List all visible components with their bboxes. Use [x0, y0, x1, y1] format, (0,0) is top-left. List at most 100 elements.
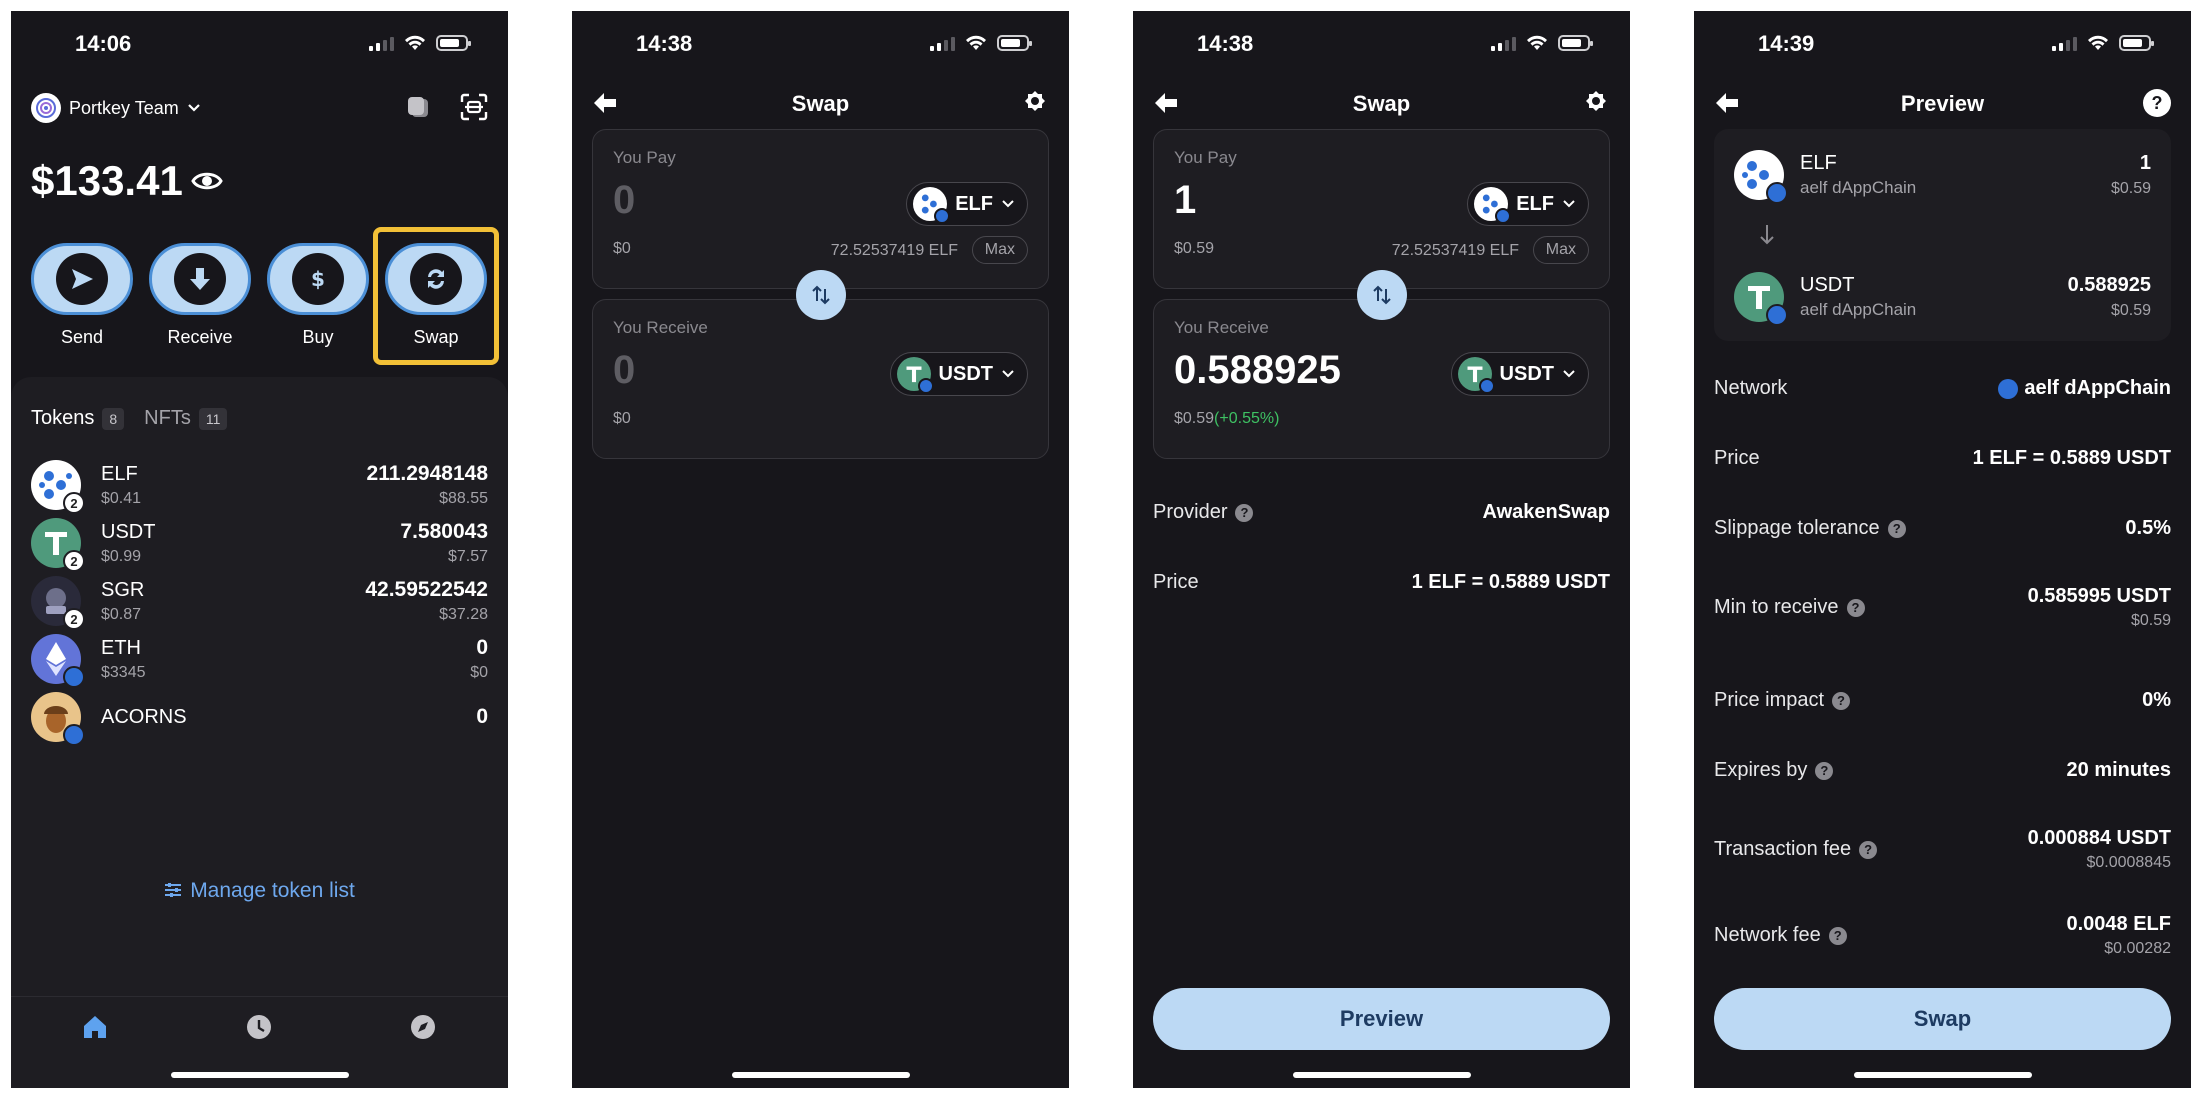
- manage-token-list-link[interactable]: Manage token list: [11, 879, 508, 903]
- receive-token-selector[interactable]: USDT: [889, 352, 1028, 396]
- pay-token-selector[interactable]: ELF: [1467, 182, 1589, 226]
- wallet-home-screen: 14:06 Portkey Team $133.41 Send Receive: [11, 11, 508, 1088]
- from-token-row: ELF aelf dAppChain 1 $0.59: [1734, 147, 2151, 204]
- dollar-icon: $: [311, 267, 325, 291]
- home-icon[interactable]: [81, 1013, 109, 1041]
- max-button[interactable]: Max: [1532, 236, 1589, 264]
- from-usd: $0.59: [2110, 180, 2151, 197]
- portkey-logo-icon: [31, 93, 61, 123]
- preview-button[interactable]: Preview: [1153, 988, 1610, 1050]
- help-icon[interactable]: ?: [1846, 598, 1865, 617]
- token-symbol: ETH: [101, 636, 141, 659]
- network-fee-row: Network fee? 0.0048 ELF $0.00282: [1714, 913, 2171, 958]
- token-row-eth[interactable]: ETH $3345 0 $0: [31, 631, 488, 688]
- receive-usd: $0.59: [1174, 410, 1215, 427]
- token-row-acorns[interactable]: ACORNS 0: [31, 689, 488, 746]
- chevron-down-icon: [1563, 200, 1575, 208]
- token-symbol: ELF: [101, 462, 138, 485]
- swap-vertical-icon: [811, 285, 830, 305]
- token-row-sgr[interactable]: 2 SGR $0.87 42.59522542 $37.28: [31, 573, 488, 630]
- pay-amount-input[interactable]: 0: [613, 178, 635, 223]
- swap-confirm-button[interactable]: Swap: [1714, 988, 2171, 1050]
- token-symbol: ACORNS: [101, 705, 187, 728]
- chain-count-badge: 2: [63, 492, 85, 514]
- pay-token-symbol: ELF: [955, 192, 993, 215]
- price-label: Price: [1153, 571, 1199, 593]
- switch-direction-button[interactable]: [1356, 270, 1407, 320]
- tab-nfts[interactable]: NFTs 11: [144, 407, 228, 430]
- wifi-icon: [2088, 35, 2108, 50]
- help-icon[interactable]: ?: [2143, 89, 2171, 117]
- token-amount: 0: [476, 705, 488, 728]
- to-symbol: USDT: [1800, 274, 1855, 296]
- receive-token-selector[interactable]: USDT: [1450, 352, 1589, 396]
- swap-summary-card: ELF aelf dAppChain 1 $0.59 USDT aelf dAppCh…: [1714, 129, 2171, 341]
- swap-highlight-box: [373, 227, 499, 365]
- gear-icon[interactable]: [1021, 89, 1049, 117]
- help-icon[interactable]: ?: [1235, 503, 1254, 522]
- pay-amount-input[interactable]: 1: [1174, 178, 1196, 223]
- tab-nfts-count: 11: [198, 407, 228, 430]
- receive-amount[interactable]: 0: [613, 348, 635, 393]
- tab-tokens[interactable]: Tokens 8: [31, 407, 125, 430]
- svg-text:$: $: [311, 267, 325, 291]
- home-indicator: [1853, 1072, 2032, 1078]
- help-icon[interactable]: ?: [1828, 926, 1847, 945]
- help-icon[interactable]: ?: [1832, 691, 1851, 710]
- signal-icon: [2052, 35, 2077, 51]
- scan-icon[interactable]: [460, 93, 488, 121]
- receive-button[interactable]: Receive: [149, 243, 251, 348]
- receive-amount[interactable]: 0.588925: [1174, 348, 1341, 393]
- max-button[interactable]: Max: [971, 236, 1028, 264]
- page-title: Swap: [1352, 91, 1411, 116]
- discover-icon[interactable]: [409, 1013, 437, 1041]
- copy-icon[interactable]: [404, 93, 432, 121]
- network-value: aelf dAppChain: [2024, 377, 2171, 399]
- help-icon[interactable]: ?: [1815, 761, 1834, 780]
- token-value: $7.57: [447, 548, 488, 565]
- from-symbol: ELF: [1800, 152, 1837, 174]
- status-time: 14:38: [1197, 31, 1254, 56]
- token-value: $0: [470, 664, 488, 681]
- token-amount: 211.2948148: [366, 462, 488, 485]
- transaction-fee-value: 0.000884 USDT: [2027, 827, 2171, 849]
- eye-icon[interactable]: [191, 170, 223, 192]
- status-bar: 14:38: [572, 29, 1069, 59]
- price-label: Price: [1714, 447, 1760, 469]
- price-row: Price 1 ELF = 0.5889 USDT: [1153, 571, 1610, 594]
- chevron-down-icon: [187, 104, 200, 112]
- pay-usd-value: $0.59: [1174, 240, 1215, 257]
- buy-button[interactable]: $ Buy: [267, 243, 369, 348]
- arrow-down-icon: [1760, 225, 1774, 245]
- help-icon[interactable]: ?: [1887, 519, 1906, 538]
- price-impact-value: 0%: [2142, 689, 2171, 711]
- battery-icon: [997, 35, 1032, 51]
- sgr-token-icon: 2: [31, 576, 85, 630]
- buy-label: Buy: [302, 327, 334, 347]
- pay-usd-value: $0: [613, 240, 631, 257]
- token-row-usdt[interactable]: 2 USDT $0.99 7.580043 $7.57: [31, 515, 488, 572]
- to-usd: $0.59: [2110, 302, 2151, 319]
- min-receive-usd: $0.59: [2130, 612, 2171, 629]
- balance-value: $133.41: [31, 157, 183, 204]
- from-chain: aelf dAppChain: [1800, 178, 1917, 197]
- token-row-elf[interactable]: 2 ELF $0.41 211.2948148 $88.55: [31, 457, 488, 514]
- wifi-icon: [966, 35, 986, 50]
- to-token-row: USDT aelf dAppChain 0.588925 $0.59: [1734, 269, 2151, 326]
- battery-icon: [436, 35, 471, 51]
- pay-token-selector[interactable]: ELF: [906, 182, 1028, 226]
- home-indicator: [731, 1072, 910, 1078]
- send-button[interactable]: Send: [31, 243, 133, 348]
- min-receive-label: Min to receive: [1714, 596, 1839, 618]
- history-icon[interactable]: [245, 1013, 273, 1041]
- page-title: Swap: [791, 91, 850, 116]
- switch-direction-button[interactable]: [795, 270, 846, 320]
- usdt-token-icon: [896, 357, 934, 394]
- chain-count-badge: 2: [63, 608, 85, 630]
- token-price: $0.87: [101, 605, 142, 623]
- help-icon[interactable]: ?: [1859, 840, 1878, 859]
- gear-icon[interactable]: [1582, 89, 1610, 117]
- wallet-selector[interactable]: Portkey Team: [31, 93, 201, 123]
- total-balance: $133.41: [31, 157, 223, 205]
- manage-label: Manage token list: [190, 879, 355, 902]
